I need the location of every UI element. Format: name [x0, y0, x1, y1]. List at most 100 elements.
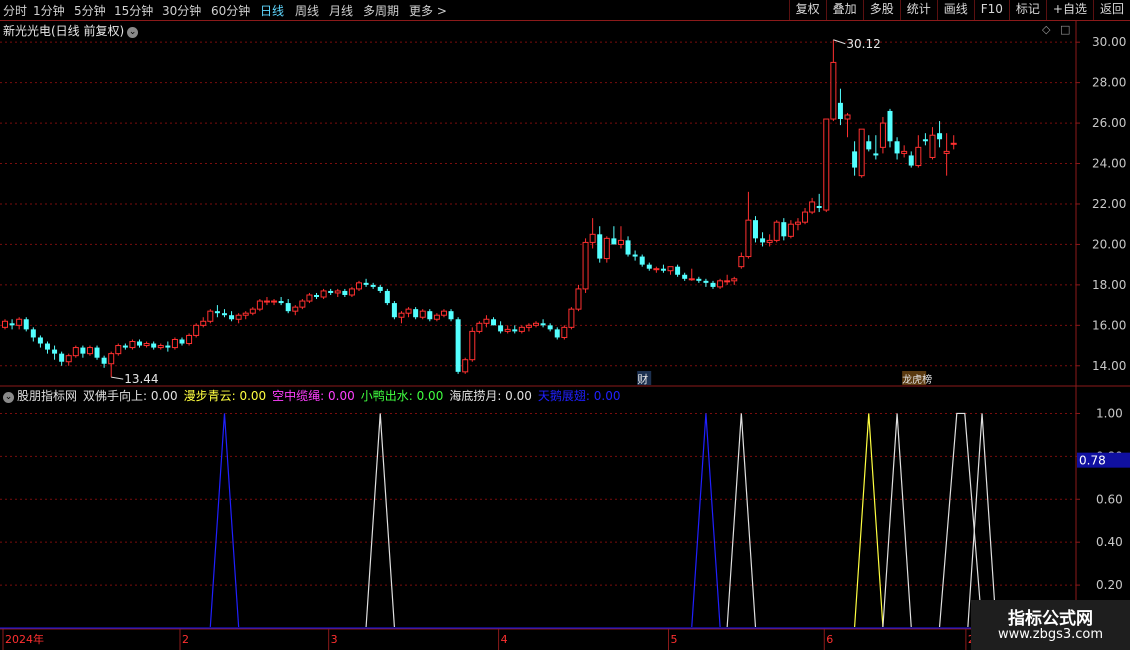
candle-body-up: [292, 306, 299, 312]
period-tab-weekly[interactable]: 周线: [295, 2, 319, 19]
candle-body-up: [157, 345, 164, 349]
period-tab-daily[interactable]: 日线: [260, 2, 284, 19]
period-tab-30min[interactable]: 30分钟: [162, 2, 201, 19]
candle-body-up: [129, 341, 136, 349]
back-button[interactable]: 返回: [1092, 0, 1130, 20]
candle-body-down: [540, 323, 546, 326]
candle-body-up: [419, 310, 426, 318]
stock-title: 新光光电(日线 前复权) ⌄: [3, 22, 139, 39]
period-tab-5min[interactable]: 5分钟: [74, 2, 106, 19]
candle-body-down: [660, 268, 666, 271]
candle-body-down: [908, 155, 914, 166]
candle-body-up: [398, 312, 405, 318]
f10-button[interactable]: F10: [973, 0, 1009, 20]
candle-body-down: [837, 102, 843, 120]
candle-body-down: [852, 151, 858, 168]
candle-body-down: [179, 339, 185, 344]
xaxis-label: 5: [671, 633, 678, 646]
candle-body-down: [23, 319, 29, 330]
price-tick-label: 14.00: [1092, 359, 1126, 373]
candle-body-down: [894, 141, 900, 154]
add-watchlist-button[interactable]: +自选: [1045, 0, 1093, 20]
candle-body-down: [703, 280, 709, 283]
xaxis-label: 4: [501, 633, 508, 646]
candle-body-up: [504, 328, 511, 332]
candle-body-down: [922, 139, 928, 142]
xaxis-label: 2: [182, 633, 189, 646]
period-tab-15min[interactable]: 15分钟: [114, 2, 153, 19]
candle-body-down: [448, 311, 454, 320]
candle-body-down: [547, 325, 553, 330]
stock-title-text: 新光光电(日线 前复权): [3, 24, 125, 38]
candle-body-down: [873, 153, 879, 156]
candle-body-down: [229, 315, 235, 320]
period-tab-multi[interactable]: 多周期: [363, 2, 399, 19]
candle-body-up: [823, 118, 830, 211]
candle-body-down: [413, 309, 419, 318]
candle-body-up: [653, 268, 660, 271]
candle-body-up: [738, 256, 745, 268]
statistics-button[interactable]: 统计: [899, 0, 937, 20]
candle-body-down: [816, 206, 822, 209]
low-price-label: 13.44: [124, 372, 158, 386]
event-marker-label: 财: [637, 372, 648, 386]
multi-stock-button[interactable]: 多股: [862, 0, 900, 20]
period-tab-1min[interactable]: 1分钟: [33, 2, 65, 19]
price-tick-label: 24.00: [1092, 157, 1126, 171]
candle-body-up: [830, 61, 837, 120]
indicator-tick-label: 0.60: [1096, 492, 1123, 506]
candle-body-down: [94, 347, 100, 358]
candle-body-down: [427, 311, 433, 320]
mark-button[interactable]: 标记: [1008, 0, 1046, 20]
candle-body-up: [787, 223, 794, 237]
candle-body-down: [887, 110, 893, 142]
toolbar-buttons: 复权 叠加 多股 统计 画线 F10 标记 +自选 返回: [788, 0, 1130, 20]
candle-body-up: [879, 122, 886, 148]
candle-body-up: [858, 128, 865, 177]
indicator-tick-label: 1.00: [1096, 406, 1123, 420]
restore-rights-button[interactable]: 复权: [788, 0, 826, 20]
candle-body-up: [235, 314, 242, 320]
candle-body-down: [455, 319, 461, 372]
candle-body-up: [186, 334, 193, 345]
indicator-spike: [882, 413, 912, 628]
candle-body-up: [717, 280, 724, 288]
period-tab-monthly[interactable]: 月线: [329, 2, 353, 19]
legend-item: 天鹅展翅: 0.00: [537, 389, 621, 403]
overlay-button[interactable]: 叠加: [825, 0, 863, 20]
xaxis-label: 2024年: [5, 632, 44, 646]
candle-body-up: [242, 312, 249, 316]
candle-body-up: [72, 347, 79, 357]
candle-body-down: [214, 311, 220, 314]
price-tick-label: 22.00: [1092, 197, 1126, 211]
indicator-spike: [209, 413, 240, 628]
candle-body-up: [207, 310, 214, 322]
draw-line-button[interactable]: 画线: [936, 0, 974, 20]
legend-item: 双佛手向上: 0.00: [83, 389, 178, 403]
period-tab-fenshi[interactable]: 分时: [3, 2, 27, 19]
square-icon[interactable]: □: [1060, 23, 1070, 36]
candle-body-up: [462, 359, 469, 373]
candle-body-down: [384, 290, 390, 304]
candle-body-up: [518, 326, 525, 332]
period-tab-60min[interactable]: 60分钟: [211, 2, 250, 19]
candle-body-down: [44, 343, 50, 350]
candle-body-down: [151, 343, 157, 348]
chevron-down-icon[interactable]: ⌄: [3, 392, 14, 403]
price-tick-label: 20.00: [1092, 237, 1126, 251]
kline-chart[interactable]: 30.12 13.44 财 龙虎榜 30.00 28.00 26.00 24.00 22.00…: [0, 20, 1130, 650]
candle-body-up: [263, 300, 270, 303]
chevron-down-icon[interactable]: ⌄: [127, 27, 139, 38]
legend-item: 海底捞月: 0.00: [449, 389, 532, 403]
candle-body-up: [766, 239, 773, 243]
period-tab-more[interactable]: 更多 >: [409, 2, 447, 19]
candle-body-up: [320, 290, 327, 298]
candle-body-down: [498, 325, 504, 332]
diamond-icon[interactable]: ◇: [1042, 23, 1050, 36]
candle-body-up: [724, 280, 731, 283]
watermark-url: www.zbgs3.com: [997, 627, 1104, 642]
indicator-spike: [691, 413, 721, 628]
candle-body-down: [391, 303, 397, 318]
indicator-spike: [365, 413, 395, 628]
candle-body-down: [52, 349, 58, 354]
